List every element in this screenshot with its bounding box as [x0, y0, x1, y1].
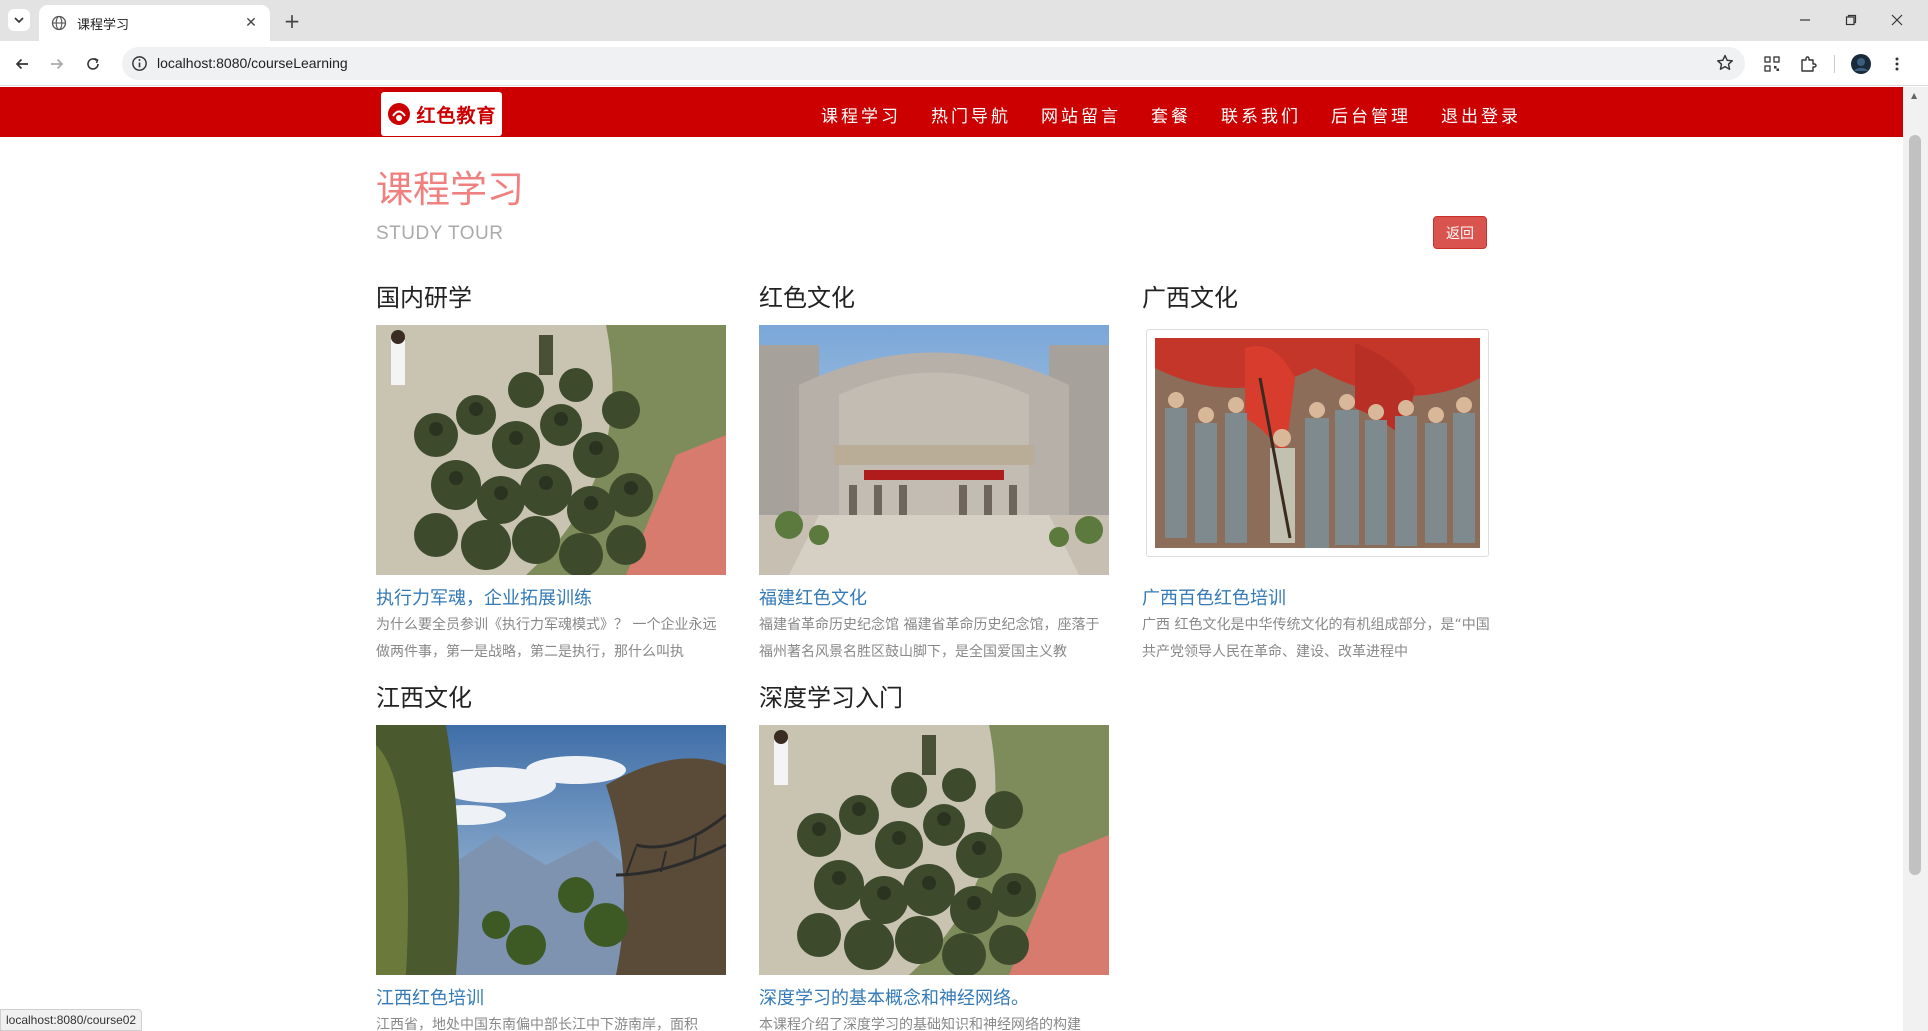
course-category: 江西文化 — [376, 684, 472, 712]
toolbar-divider — [1834, 55, 1835, 73]
back-arrow-icon[interactable] — [9, 51, 35, 77]
globe-icon — [51, 15, 67, 31]
course-category: 红色文化 — [759, 284, 855, 312]
nav-item-admin[interactable]: 后台管理 — [1331, 102, 1411, 127]
course-title-link[interactable]: 福建红色文化 — [759, 584, 867, 610]
course-description: 为什么要全员参训《执行力军魂模式》？ 一个企业永远做两件事，第一是战略，第二是执… — [376, 617, 717, 660]
chevron-down-icon — [14, 17, 24, 24]
site-logo[interactable]: 红色教育 — [381, 92, 502, 136]
status-bar-link-preview: localhost:8080/course02 — [0, 1009, 143, 1031]
scroll-up-icon[interactable]: ▲ — [1911, 91, 1920, 100]
tab-title: 课程学习 — [77, 18, 130, 33]
tab-close-icon[interactable]: ✕ — [241, 13, 261, 33]
nav-item-packages[interactable]: 套餐 — [1151, 102, 1191, 127]
course-category: 国内研学 — [376, 284, 472, 312]
nav-item-logout[interactable]: 退出登录 — [1441, 102, 1521, 127]
nav-item-course-learning[interactable]: 课程学习 — [821, 102, 901, 127]
course-title-link[interactable]: 广西百色红色培训 — [1142, 584, 1286, 610]
address-bar[interactable]: localhost:8080/courseLearning — [122, 47, 1745, 80]
forward-arrow-icon[interactable] — [44, 51, 70, 77]
scrollbar-thumb[interactable] — [1909, 135, 1921, 875]
course-category: 广西文化 — [1142, 284, 1238, 312]
url-text[interactable]: localhost:8080/courseLearning — [157, 55, 348, 71]
bookmark-star-icon[interactable] — [1715, 53, 1735, 73]
more-menu-icon[interactable] — [1885, 52, 1909, 76]
nav-item-guestbook[interactable]: 网站留言 — [1041, 102, 1121, 127]
page-title: 课程学习 — [376, 168, 524, 211]
soldiers-group-photo — [759, 725, 1109, 975]
nav-item-hot-navigation[interactable]: 热门导航 — [931, 102, 1011, 127]
reload-icon[interactable] — [80, 51, 106, 77]
restore-icon[interactable] — [1838, 8, 1864, 32]
mountain-walkway-photo — [376, 725, 726, 975]
red-army-painting — [1155, 338, 1480, 548]
course-description: 广西 红色文化是中华传统文化的有机组成部分，是“中国共产党领导人民在革命、建设、… — [1142, 617, 1490, 660]
site-navbar: 红色教育 课程学习 热门导航 网站留言 套餐 联系我们 后台管理 退出登录 — [0, 87, 1903, 137]
logo-emblem-icon — [388, 103, 411, 125]
course-category: 深度学习入门 — [759, 684, 903, 712]
course-title-link[interactable]: 深度学习的基本概念和神经网络。 — [759, 984, 1029, 1010]
course-image[interactable] — [759, 725, 1109, 975]
browser-tab-active[interactable]: 课程学习 ✕ — [39, 5, 270, 41]
tab-search-button[interactable] — [8, 9, 30, 31]
course-image[interactable] — [759, 325, 1109, 575]
close-window-icon[interactable] — [1884, 8, 1910, 32]
course-description: 本课程介绍了深度学习的基础知识和神经网络的构建 — [759, 1017, 1081, 1031]
minimize-icon[interactable] — [1792, 8, 1818, 32]
course-title-link[interactable]: 江西红色培训 — [376, 984, 484, 1010]
page-viewport: 红色教育 课程学习 热门导航 网站留言 套餐 联系我们 后台管理 退出登录 课程… — [0, 87, 1903, 1031]
logo-text: 红色教育 — [416, 104, 497, 127]
extensions-puzzle-icon[interactable] — [1796, 52, 1820, 76]
browser-toolbar: localhost:8080/courseLearning — [0, 41, 1928, 86]
back-button[interactable]: 返回 — [1433, 216, 1487, 249]
course-title-link[interactable]: 执行力军魂，企业拓展训练 — [376, 584, 592, 610]
qr-code-icon[interactable] — [1760, 52, 1784, 76]
nav-item-contact[interactable]: 联系我们 — [1221, 102, 1301, 127]
site-info-icon[interactable] — [130, 54, 149, 73]
soldiers-group-photo — [376, 325, 726, 575]
memorial-hall-photo — [759, 325, 1109, 575]
page-scrollbar[interactable]: ▲ — [1903, 87, 1928, 1031]
course-image[interactable] — [376, 325, 726, 575]
profile-avatar[interactable] — [1849, 52, 1873, 76]
course-description: 福建省革命历史纪念馆 福建省革命历史纪念馆，座落于福州著名风景名胜区鼓山脚下，是… — [759, 617, 1100, 660]
page-subtitle: STUDY TOUR — [376, 223, 504, 244]
course-image[interactable] — [1146, 329, 1489, 557]
course-description: 江西省，地处中国东南偏中部长江中下游南岸，面积 — [376, 1017, 698, 1031]
browser-tab-strip: 课程学习 ✕ + — [0, 0, 1928, 41]
new-tab-button[interactable]: + — [280, 9, 304, 33]
course-image[interactable] — [376, 725, 726, 975]
